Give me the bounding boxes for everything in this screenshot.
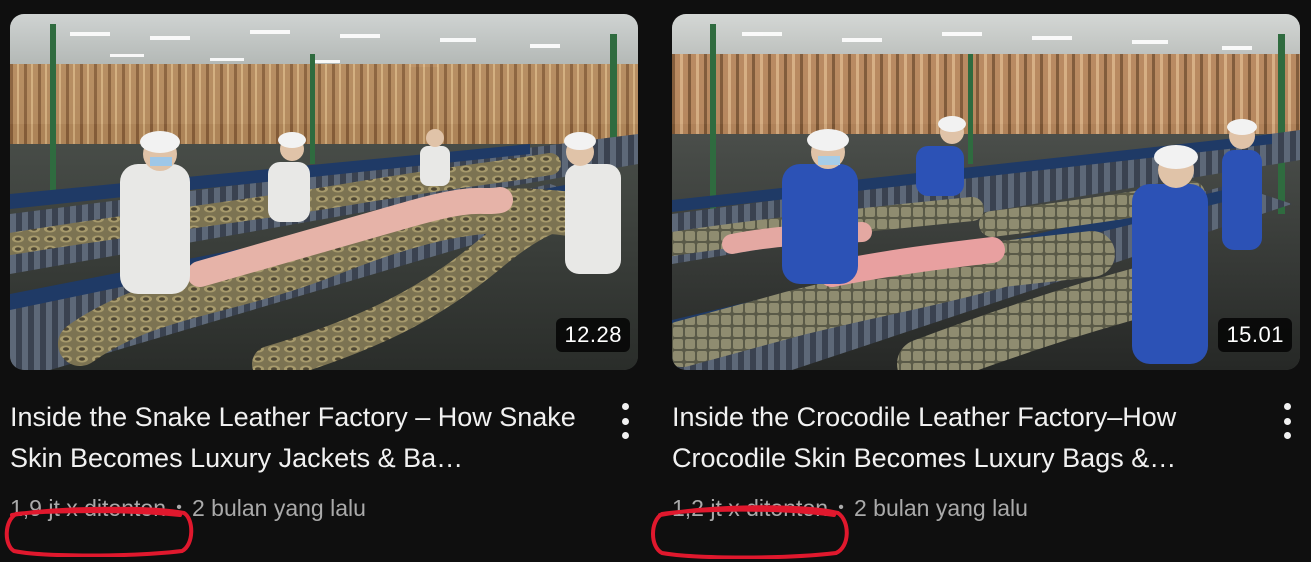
more-vertical-icon[interactable] xyxy=(612,401,638,441)
upload-age: 2 bulan yang lalu xyxy=(192,495,366,521)
upload-age: 2 bulan yang lalu xyxy=(854,495,1028,521)
video-details: Inside the Snake Leather Factory – How S… xyxy=(4,397,638,557)
snake-factory-image xyxy=(10,14,638,370)
separator-dot: • xyxy=(838,499,844,516)
video-duration-badge: 15.01 xyxy=(1218,318,1292,352)
view-count: 1,9 jt x ditonton xyxy=(10,495,166,521)
video-thumbnail[interactable]: 12.28 xyxy=(10,14,638,370)
crocodile-factory-image xyxy=(672,14,1300,370)
video-thumbnail[interactable]: 15.01 xyxy=(672,14,1300,370)
video-title[interactable]: Inside the Snake Leather Factory – How S… xyxy=(10,397,638,479)
separator-dot: • xyxy=(176,499,182,516)
more-vertical-icon[interactable] xyxy=(1274,401,1300,441)
video-stats: 1,2 jt x ditonton • 2 bulan yang lalu xyxy=(672,493,1300,523)
video-card[interactable]: 12.28 Inside the Snake Leather Factory –… xyxy=(4,14,650,557)
video-duration-badge: 12.28 xyxy=(556,318,630,352)
view-count: 1,2 jt x ditonton xyxy=(672,495,828,521)
video-details: Inside the Crocodile Leather Factory–How… xyxy=(651,397,1300,559)
video-card[interactable]: 15.01 Inside the Crocodile Leather Facto… xyxy=(651,14,1311,559)
video-title[interactable]: Inside the Crocodile Leather Factory–How… xyxy=(672,397,1300,479)
video-stats: 1,9 jt x ditonton • 2 bulan yang lalu xyxy=(10,493,638,523)
video-grid: 12.28 Inside the Snake Leather Factory –… xyxy=(0,0,1311,562)
